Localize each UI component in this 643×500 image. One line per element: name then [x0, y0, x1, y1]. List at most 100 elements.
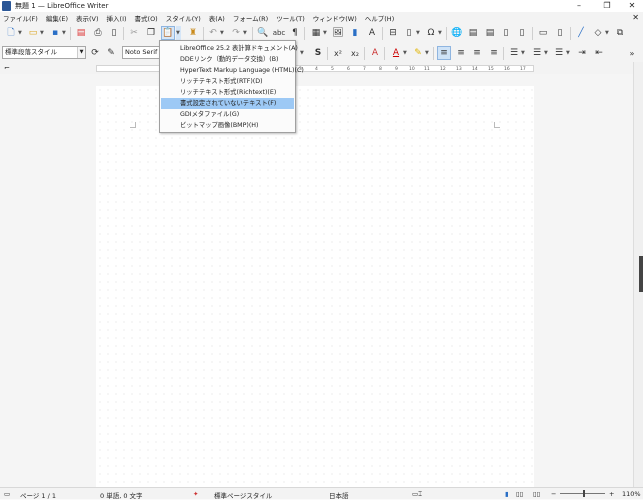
undo-icon[interactable]: ↶	[206, 26, 220, 40]
align-right-icon[interactable]: ≡	[470, 46, 484, 60]
draw-functions-icon[interactable]: ⧉	[613, 26, 627, 40]
multi-page-view-icon[interactable]: ▯▯	[516, 490, 523, 498]
align-center-icon[interactable]: ≡	[454, 46, 468, 60]
copy-icon[interactable]: ❐	[144, 26, 158, 40]
selection-mode-icon[interactable]: ▭⌶	[412, 490, 422, 499]
insert-textbox-icon[interactable]: A	[365, 26, 379, 40]
table-dropdown-arrow[interactable]: ▼	[323, 26, 328, 40]
paste-option-html[interactable]: HyperText Markup Language (HTML)(C)	[161, 65, 304, 76]
redo-dropdown-arrow[interactable]: ▼	[243, 26, 248, 40]
menu-file[interactable]: ファイル(F)	[3, 13, 38, 23]
menu-styles[interactable]: スタイル(Y)	[166, 13, 201, 23]
ordered-list-icon[interactable]: ☰	[530, 46, 544, 60]
paste-icon[interactable]: 📋	[161, 26, 175, 40]
horizontal-ruler[interactable]: ⌐ 1 2 3 4 5 6 7 8 9 10 11 12 13 14 15 16…	[0, 62, 643, 74]
bullet-dropdown-arrow[interactable]: ▼	[521, 46, 526, 60]
paste-option-gdi-metafile[interactable]: GDIメタファイル(G)	[161, 109, 294, 120]
menu-format[interactable]: 書式(O)	[135, 13, 158, 23]
print-preview-icon[interactable]: ▯	[107, 26, 121, 40]
formatting-marks-icon[interactable]: ¶	[288, 26, 302, 40]
special-char-dropdown-arrow[interactable]: ▼	[438, 26, 443, 40]
subscript-icon[interactable]: x₂	[348, 46, 362, 60]
paste-option-calc[interactable]: LibreOffice 25.2 表計算ドキュメント(A)	[161, 43, 298, 54]
align-left-icon[interactable]: ≡	[437, 46, 451, 60]
open-folder-icon[interactable]: ▭	[26, 26, 40, 40]
redo-icon[interactable]: ↷	[229, 26, 243, 40]
new-document-icon[interactable]: 🗋	[4, 26, 18, 40]
cut-icon[interactable]: ✂	[127, 26, 141, 40]
outline-format-icon[interactable]: ☰	[552, 46, 566, 60]
spelling-icon[interactable]: abc	[272, 26, 286, 40]
zoom-out-icon[interactable]: −	[551, 490, 556, 498]
chevron-down-icon[interactable]: ▼	[77, 47, 85, 58]
toolbar-overflow-icon[interactable]: »	[625, 46, 639, 60]
paste-option-dde-link[interactable]: DDEリンク（動的データ交換）(B)	[161, 54, 294, 65]
paste-option-bitmap[interactable]: ビットマップ画像(BMP)(H)	[161, 120, 294, 131]
field-dropdown-arrow[interactable]: ▼	[416, 26, 421, 40]
menu-view[interactable]: 表示(V)	[76, 13, 99, 23]
menu-table[interactable]: 表(A)	[209, 13, 225, 23]
tab-stop-selector-icon[interactable]: ⌐	[4, 64, 10, 72]
page-break-icon[interactable]: ⊟	[386, 26, 400, 40]
new-dropdown-arrow[interactable]: ▼	[18, 26, 23, 40]
sidebar-toggle-handle[interactable]	[639, 256, 643, 292]
document-page[interactable]	[96, 86, 534, 487]
highlight-color-icon[interactable]: ✎	[411, 46, 425, 60]
document-area[interactable]	[0, 74, 633, 487]
zoom-slider-thumb[interactable]	[583, 490, 585, 497]
undo-dropdown-arrow[interactable]: ▼	[220, 26, 225, 40]
superscript-icon[interactable]: x²	[331, 46, 345, 60]
outline-dropdown-arrow[interactable]: ▼	[566, 46, 571, 60]
paste-dropdown-arrow[interactable]: ▼	[176, 26, 181, 40]
font-color-icon[interactable]: A	[389, 46, 403, 60]
cross-reference-icon[interactable]: ▯	[515, 26, 529, 40]
insert-image-icon[interactable]: 🖼	[331, 26, 345, 40]
font-color-dropdown-arrow[interactable]: ▼	[403, 46, 408, 60]
special-character-icon[interactable]: Ω	[424, 26, 438, 40]
minimize-button[interactable]: –	[569, 0, 589, 12]
hyperlink-icon[interactable]: 🌐	[450, 26, 464, 40]
print-icon[interactable]: ⎙	[91, 26, 105, 40]
strikethrough-icon[interactable]: S	[311, 46, 325, 60]
paste-option-unformatted-text[interactable]: 書式設定されていないテキスト(F)	[161, 98, 294, 109]
clear-formatting-icon[interactable]: A	[368, 46, 382, 60]
update-style-icon[interactable]: ⟳	[88, 46, 102, 60]
menu-help[interactable]: ヘルプ(H)	[365, 13, 394, 23]
footnote-icon[interactable]: ▤	[466, 26, 480, 40]
menu-tools[interactable]: ツール(T)	[276, 13, 305, 23]
highlight-dropdown-arrow[interactable]: ▼	[425, 46, 430, 60]
insert-field-icon[interactable]: ▯	[402, 26, 416, 40]
font-name-combo[interactable]: Noto Serif JP	[122, 46, 160, 59]
bookmark-icon[interactable]: ▯	[499, 26, 513, 40]
vertical-scrollbar[interactable]	[633, 62, 643, 487]
font-dropdown-arrow[interactable]: ▼	[300, 46, 305, 60]
export-pdf-icon[interactable]: ▤	[74, 26, 88, 40]
comment-icon[interactable]: ▭	[536, 26, 550, 40]
maximize-button[interactable]: ❐	[597, 0, 617, 12]
increase-indent-icon[interactable]: ⇥	[575, 46, 589, 60]
menu-window[interactable]: ウィンドウ(W)	[313, 13, 357, 23]
track-changes-icon[interactable]: ▯	[553, 26, 567, 40]
save-dropdown-arrow[interactable]: ▼	[62, 26, 67, 40]
insert-line-icon[interactable]: ╱	[574, 26, 588, 40]
menu-edit[interactable]: 編集(E)	[46, 13, 68, 23]
unordered-list-icon[interactable]: ☰	[507, 46, 521, 60]
close-document-button[interactable]: ✕	[632, 12, 639, 24]
zoom-level[interactable]: 110%	[622, 490, 641, 498]
numbering-dropdown-arrow[interactable]: ▼	[544, 46, 549, 60]
menu-insert[interactable]: 挿入(I)	[107, 13, 127, 23]
insert-table-icon[interactable]: ▦	[309, 26, 323, 40]
shapes-dropdown-arrow[interactable]: ▼	[605, 26, 610, 40]
open-dropdown-arrow[interactable]: ▼	[40, 26, 45, 40]
paste-option-rtf[interactable]: リッチテキスト形式(RTF)(D)	[161, 76, 294, 87]
paragraph-style-combo[interactable]: 標準段落スタイル ▼	[2, 46, 86, 59]
paste-option-richtext[interactable]: リッチテキスト形式(Richtext)(E)	[161, 87, 294, 98]
save-icon[interactable]: ▪	[48, 26, 62, 40]
new-style-icon[interactable]: ✎	[104, 46, 118, 60]
justify-icon[interactable]: ≡	[487, 46, 501, 60]
book-view-icon[interactable]: ▯▯	[533, 490, 540, 498]
basic-shapes-icon[interactable]: ◇	[591, 26, 605, 40]
zoom-in-icon[interactable]: +	[609, 490, 614, 498]
digital-signature-icon[interactable]: ✦	[193, 490, 198, 498]
clone-formatting-icon[interactable]: ♜	[186, 26, 200, 40]
